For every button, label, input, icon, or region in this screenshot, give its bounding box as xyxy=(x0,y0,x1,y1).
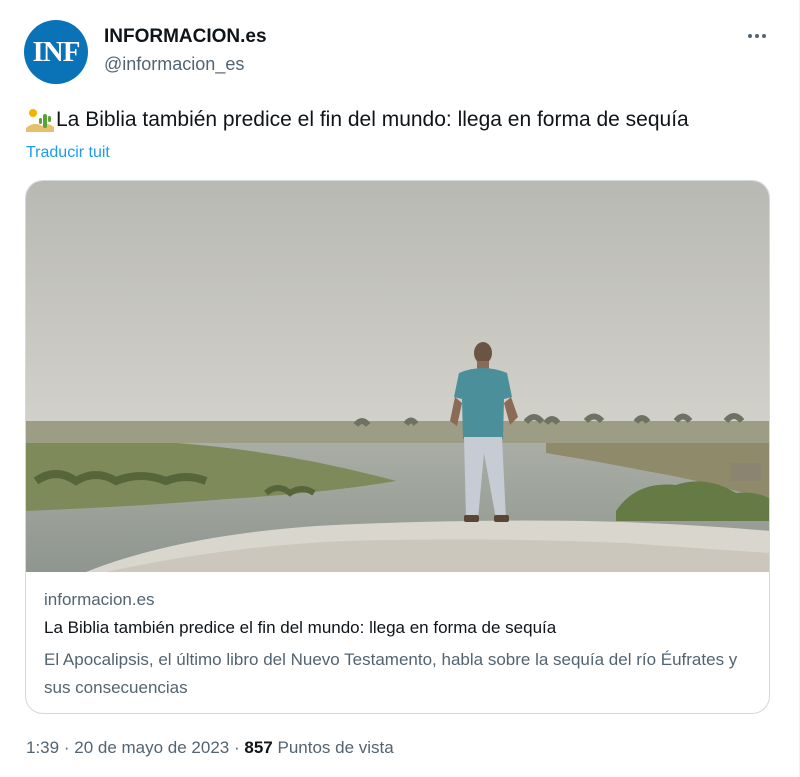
more-options-icon[interactable] xyxy=(745,24,769,48)
tweet-meta: 1:39 · 20 de mayo de 2023 · 857 Puntos d… xyxy=(26,738,394,758)
views-count: 857 xyxy=(244,738,273,757)
dot xyxy=(748,34,752,38)
link-card[interactable]: informacion.es La Biblia también predice… xyxy=(25,180,770,714)
card-image[interactable] xyxy=(26,181,769,572)
card-title: La Biblia también predice el fin del mun… xyxy=(44,618,557,637)
author-handle[interactable]: @informacion_es xyxy=(104,54,244,75)
dot xyxy=(755,34,759,38)
dot xyxy=(762,34,766,38)
card-domain: informacion.es xyxy=(44,590,155,609)
meta-separator: · xyxy=(233,738,240,757)
tweet-text: La Biblia también predice el fin del mun… xyxy=(56,108,689,131)
meta-separator: · xyxy=(63,738,70,757)
tweet: INF INFORMACION.es @informacion_es La Bi… xyxy=(0,0,800,777)
tweet-time[interactable]: 1:39 xyxy=(26,738,59,757)
avatar[interactable]: INF xyxy=(24,20,88,84)
translate-link[interactable]: Traducir tuit xyxy=(26,144,110,162)
author-name[interactable]: INFORMACION.es xyxy=(104,26,267,48)
card-description: El Apocalipsis, el último libro del Nuev… xyxy=(44,650,738,697)
tweet-text-row: La Biblia también predice el fin del mun… xyxy=(26,108,689,132)
desert-emoji-icon xyxy=(26,108,54,132)
views-label: Puntos de vista xyxy=(277,738,394,757)
avatar-text: INF xyxy=(32,35,81,68)
tweet-date[interactable]: 20 de mayo de 2023 xyxy=(74,738,229,757)
